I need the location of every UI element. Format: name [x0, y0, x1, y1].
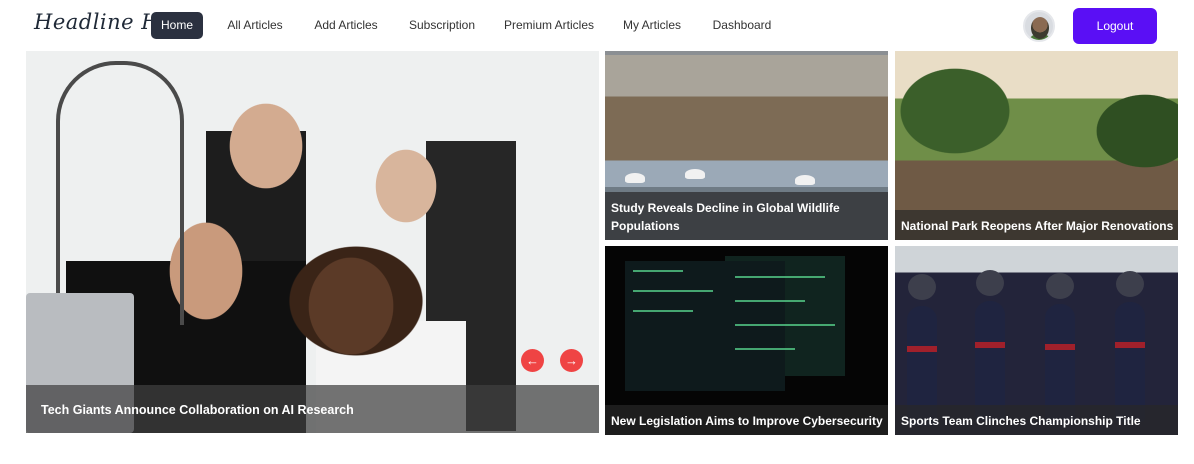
image-code-line [633, 270, 683, 272]
image-stripe [907, 346, 937, 352]
card-title: Study Reveals Decline in Global Wildlife… [611, 201, 840, 233]
hero-image-window [56, 61, 184, 325]
nav-item-dashboard[interactable]: Dashboard [708, 12, 776, 39]
image-helmet [1046, 273, 1074, 299]
article-card-wildlife[interactable]: Study Reveals Decline in Global Wildlife… [605, 51, 888, 240]
arrow-left-icon: ← [526, 353, 539, 368]
hero-slider: ← → Tech Giants Announce Collaboration o… [26, 51, 599, 433]
navbar: Headline Hub Home All Articles Add Artic… [0, 0, 1194, 50]
nav-item-add-articles[interactable]: Add Articles [310, 12, 382, 39]
image-code-line [633, 290, 713, 292]
article-card-sports[interactable]: Sports Team Clinches Championship Title [895, 246, 1178, 435]
image-helmet [976, 270, 1004, 296]
image-code-line [735, 300, 805, 302]
image-code-line [735, 324, 835, 326]
image-bird [685, 169, 705, 179]
card-title: New Legislation Aims to Improve Cybersec… [611, 414, 883, 428]
card-title: Sports Team Clinches Championship Title [901, 414, 1141, 428]
image-player [1115, 302, 1145, 422]
article-card-national-park[interactable]: National Park Reopens After Major Renova… [895, 51, 1178, 240]
hero-caption[interactable]: Tech Giants Announce Collaboration on AI… [41, 403, 354, 417]
arrow-right-icon: → [565, 353, 578, 368]
card-title: National Park Reopens After Major Renova… [901, 219, 1174, 233]
image-code-line [735, 348, 795, 350]
nav-item-my-articles[interactable]: My Articles [618, 12, 686, 39]
image-helmet [908, 274, 936, 300]
user-avatar[interactable] [1023, 10, 1055, 42]
image-stripe [1045, 344, 1075, 350]
article-card-cybersecurity[interactable]: New Legislation Aims to Improve Cybersec… [605, 246, 888, 435]
nav-item-home[interactable]: Home [151, 12, 203, 39]
image-stripe [1115, 342, 1145, 348]
logout-button[interactable]: Logout [1073, 8, 1157, 44]
image-bird [795, 175, 815, 185]
nav-item-all-articles[interactable]: All Articles [222, 12, 288, 39]
image-player [975, 301, 1005, 421]
slider-prev-button[interactable]: ← [521, 349, 544, 372]
image-code-line [735, 276, 825, 278]
image-helmet [1116, 271, 1144, 297]
nav-item-subscription[interactable]: Subscription [404, 12, 480, 39]
image-bird [625, 173, 645, 183]
nav-item-premium-articles[interactable]: Premium Articles [500, 12, 598, 39]
image-code-line [633, 310, 693, 312]
slider-next-button[interactable]: → [560, 349, 583, 372]
avatar-face [1031, 17, 1049, 39]
image-stripe [975, 342, 1005, 348]
